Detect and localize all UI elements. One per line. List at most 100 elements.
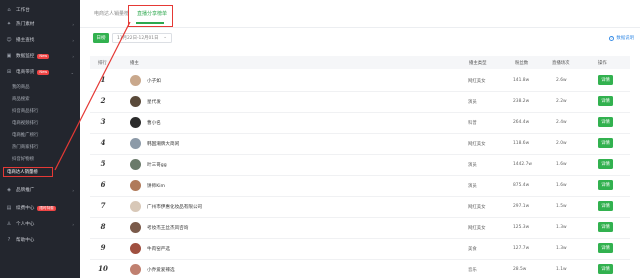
live-count: 1.3w (556, 225, 567, 230)
avatar[interactable] (130, 159, 141, 170)
sub-item-ecom-streamer-sales-rank[interactable]: 电商达人销量榜 (3, 167, 53, 177)
avatar[interactable] (130, 117, 141, 128)
detail-button[interactable]: 详情 (598, 201, 613, 211)
avatar[interactable] (130, 222, 141, 233)
nav-item-help[interactable]: ? 帮助中心 (0, 234, 80, 246)
sub-item-label: 抖音好物榜 (12, 157, 34, 162)
bulb-icon: ◈ (7, 187, 11, 193)
tab-live-share[interactable]: 直播分享榜单 (137, 10, 167, 17)
col-streamer: 播主 (130, 61, 139, 66)
avatar[interactable] (130, 138, 141, 149)
chevron-right-icon: › (72, 37, 74, 43)
nav-item-renewal[interactable]: ▤ 续费中心 限时特惠 (0, 202, 80, 214)
streamer-type: 网红美女 (468, 142, 486, 147)
nav-item-streamer-search[interactable]: ☺ 播主查找 › (0, 34, 80, 46)
streamer-type: 美食 (468, 247, 477, 252)
data-explain-link[interactable]: ? 数据说明 (609, 35, 634, 41)
live-count: 1.3w (556, 246, 567, 251)
nav-item-hot-material[interactable]: ✦ 热门素材 › (0, 18, 80, 30)
nav-item-brand-promo[interactable]: ◈ 品牌推广 › (0, 184, 80, 196)
avatar[interactable] (130, 96, 141, 107)
nav-label: 帮助中心 (16, 238, 35, 243)
streamer-name[interactable]: 曹小名 (147, 120, 161, 126)
nav-item-ecommerce[interactable]: ⊞ 电商带货 New ⌄ (0, 66, 80, 78)
avatar[interactable] (130, 75, 141, 86)
detail-button[interactable]: 详情 (598, 117, 613, 127)
fans-count: 141.8w (513, 78, 530, 83)
detail-button[interactable]: 详情 (598, 222, 613, 232)
avatar[interactable] (130, 180, 141, 191)
nav-label: 电商带货 (16, 70, 35, 75)
live-count: 1.5w (556, 204, 567, 209)
rank-number: 4 (100, 138, 106, 147)
sub-item-my-products[interactable]: 我的商品 (0, 82, 80, 92)
date-range-select[interactable]: 11月22日-12月01日 ⌄ (112, 33, 172, 43)
date-range-value: 11月22日-12月01日 (117, 36, 159, 41)
nav-label: 数据监控 (16, 54, 35, 59)
daily-rank-button[interactable]: 日榜 (93, 33, 109, 43)
avatar[interactable] (130, 243, 141, 254)
fans-count: 127.7w (513, 246, 530, 251)
sub-item-product-search[interactable]: 商品搜索 (0, 94, 80, 104)
nav-item-dashboard[interactable]: ⌂ 工作台 (0, 4, 80, 16)
sub-item-douyin-goods-rank[interactable]: 抖音好物榜 (0, 154, 80, 164)
nav-label: 热门素材 (16, 22, 35, 27)
sub-item-ecom-promo-rank[interactable]: 电商推广榜行 (0, 130, 80, 140)
col-count: 直播场次 (552, 61, 570, 66)
live-count: 1.1w (556, 267, 567, 272)
avatar[interactable] (130, 201, 141, 212)
table-row: 6 饼师Kim 演员 875.4w 1.6w 详情 (90, 175, 630, 197)
fire-icon: ✦ (6, 21, 12, 27)
detail-button[interactable]: 详情 (598, 75, 613, 85)
streamer-name[interactable]: 广州市伊惠化妆品有限公司 (147, 204, 202, 210)
rank-number: 3 (100, 117, 106, 126)
streamer-name[interactable]: 小乔爱爱辣选 (147, 267, 175, 273)
streamer-name[interactable]: 饼师Kim (147, 183, 165, 189)
chevron-right-icon: › (72, 53, 74, 59)
live-count: 1.6w (556, 162, 567, 167)
streamer-name[interactable]: 叶三哥gg (147, 162, 167, 168)
streamer-type: 演员 (468, 184, 477, 189)
live-count: 2.6w (556, 78, 567, 83)
streamer-type: 科普 (468, 121, 477, 126)
streamer-type: 网红美女 (468, 226, 486, 231)
detail-button[interactable]: 详情 (598, 138, 613, 148)
rank-number: 8 (100, 222, 106, 231)
live-count: 2.4w (556, 120, 567, 125)
detail-button[interactable]: 详情 (598, 264, 613, 274)
col-rank: 排行 (98, 61, 107, 66)
rank-number: 7 (100, 201, 106, 210)
streamer-name[interactable]: 星代发 (147, 99, 161, 105)
monitor-icon: ▣ (6, 53, 12, 59)
new-badge: New (37, 53, 50, 59)
streamer-name[interactable]: 牛肉窑严选 (147, 246, 170, 252)
detail-button[interactable]: 详情 (598, 96, 613, 106)
nav-label: 播主查找 (16, 38, 35, 43)
sub-item-douyin-product-rank[interactable]: 抖音商品排行 (0, 106, 80, 116)
nav-item-data-monitor[interactable]: ▣ 数据监控 New › (0, 50, 80, 62)
avatar[interactable] (130, 264, 141, 275)
nav-label: 品牌推广 (16, 188, 35, 193)
streamer-name[interactable]: 考妆杰王丝杰风咨询 (147, 225, 188, 231)
chevron-down-icon: ⌄ (70, 69, 74, 75)
tab-streamer-sales[interactable]: 电商达人销量榜 (94, 10, 129, 17)
chevron-right-icon: › (72, 221, 74, 227)
sub-item-ecom-video-rank[interactable]: 电商视频排行 (0, 118, 80, 128)
table-row: 3 曹小名 科普 264.4w 2.4w 详情 (90, 112, 630, 134)
table-row: 9 牛肉窑严选 美食 127.7w 1.3w 详情 (90, 238, 630, 260)
detail-button[interactable]: 详情 (598, 159, 613, 169)
nav-item-personal[interactable]: ♙ 个人中心 › (0, 218, 80, 230)
home-icon: ⌂ (7, 7, 11, 13)
rank-number: 2 (100, 96, 106, 105)
table-row: 8 考妆杰王丝杰风咨询 网红美女 125.3w 1.3w 详情 (90, 217, 630, 239)
streamer-name[interactable]: 韩国潮牌大简闲 (147, 141, 179, 147)
detail-button[interactable]: 详情 (598, 243, 613, 253)
question-icon: ? (609, 35, 615, 41)
table-row: 2 星代发 演员 238.2w 2.2w 详情 (90, 91, 630, 113)
streamer-type: 演员 (468, 100, 477, 105)
new-badge: New (37, 69, 50, 75)
sub-item-hot-merchant-rank[interactable]: 热门商家排行 (0, 142, 80, 152)
person-icon: ♙ (6, 221, 12, 227)
streamer-name[interactable]: 小子如 (147, 78, 161, 84)
detail-button[interactable]: 详情 (598, 180, 613, 190)
